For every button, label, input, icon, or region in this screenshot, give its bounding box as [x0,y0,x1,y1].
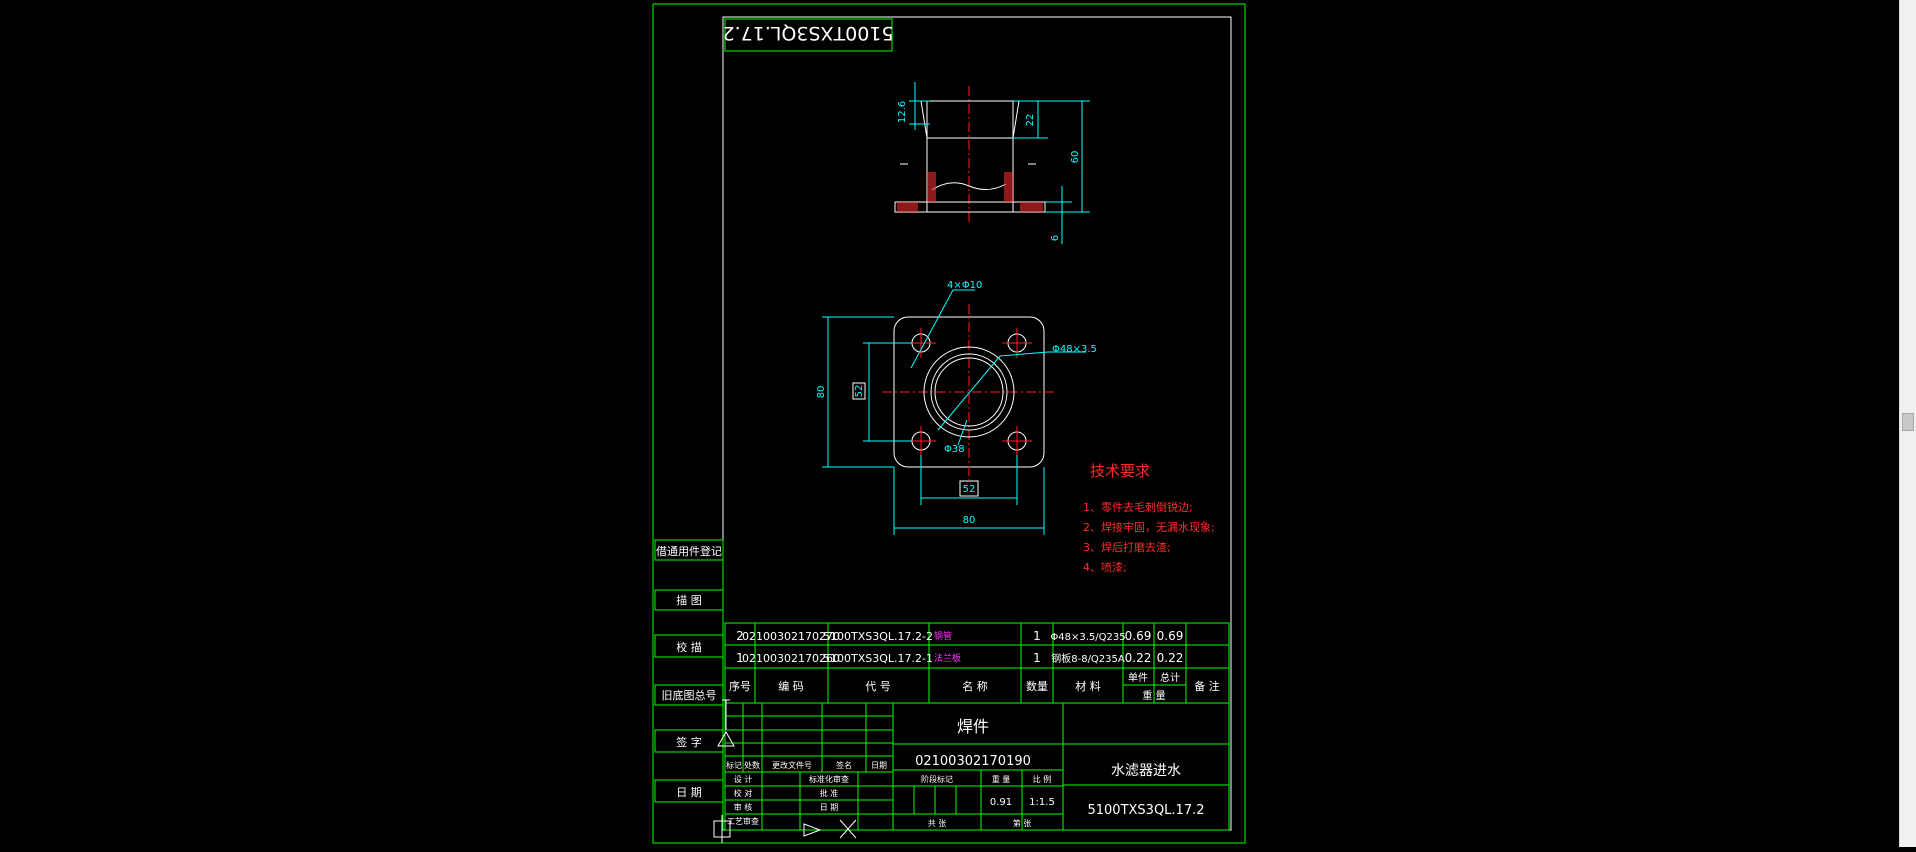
sheet-number: 第 张 [1013,818,1032,828]
cad-drawing-canvas[interactable]: 5100TXS3QL.17.2 12.6 22 60 6 4×Φ10 Φ48×3… [0,0,1916,847]
weight-value: 0.91 [990,797,1012,808]
approve-label: 批 准 [820,788,839,798]
dim-80-vertical: 80 [816,386,827,399]
tech-line-4: 4、喷漆; [1083,561,1127,574]
drawing-number: 5100TXS3QL.17.2 [1087,803,1204,818]
dim-22: 22 [1025,114,1036,127]
part-name: 焊件 [957,717,989,736]
role-process: 工艺审查 [727,816,759,826]
stage-mark-label: 阶段标记 [921,774,953,784]
side-label-1: 借通用件登记 [656,544,722,558]
tech-line-3: 3、焊后打磨去渣; [1083,540,1171,554]
sheet-total: 共 张 [928,819,947,828]
std-review-label: 标准化审查 [809,774,849,784]
top-view: 4×Φ10 Φ48×3.5 Φ38 80 52 52 80 [816,280,1097,535]
rev-label-date: 日期 [871,761,887,770]
bom-row1-material: Φ48×3.5/Q235 [1050,632,1125,643]
bom-header-material: 材 料 [1075,679,1101,693]
dim-12-6: 12.6 [897,101,908,123]
dim-60: 60 [1070,151,1081,164]
side-label-4: 旧底图总号 [662,688,717,702]
front-view: 12.6 22 60 6 [894,82,1090,244]
bom-row2-name: 法兰板 [934,652,961,664]
bom-row1-total-weight: 0.69 [1157,629,1184,643]
drawing-sheet: 5100TXS3QL.17.2 12.6 22 60 6 4×Φ10 Φ48×3… [652,3,1246,844]
dim-tube: Φ48×3.5 [1052,344,1097,355]
bom-header-total: 总计 [1160,671,1180,684]
side-strip: 借通用件登记 描 图 校 描 旧底图总号 签 字 日 期 [654,539,724,830]
tech-line-1: 1、零件去毛刺倒锐边; [1083,500,1193,514]
role-design: 设 计 [734,774,753,784]
product-name: 水滤器进水 [1111,763,1181,779]
title-block: 标记 处数 更改文件号 签名 日期 设 计 校 对 审 核 工艺审查 标准化审查… [724,702,1230,831]
scale-label: 比 例 [1033,774,1052,784]
dim-80-horizontal: 80 [963,515,976,526]
rev-label-file: 更改文件号 [772,760,812,770]
tech-line-2: 2、焊接牢固，无漏水现象; [1083,520,1215,534]
dim-38: Φ38 [944,444,965,455]
bom-row2-part: 5100TXS3QL.17.2-1 [823,652,933,665]
rotated-code-text: 5100TXS3QL.17.2 [722,22,893,44]
tech-requirements: 技术要求 1、零件去毛刺倒锐边; 2、焊接牢固，无漏水现象; 3、焊后打磨去渣;… [1083,462,1215,574]
bom-header-part: 代 号 [865,680,891,693]
bom-header-note: 备 注 [1194,679,1220,693]
bom-row1-name: 钢管 [934,630,952,642]
bom-row2-qty: 1 [1033,651,1041,665]
bom-header-seq: 序号 [729,679,751,693]
side-label-5: 签 字 [676,735,702,749]
bom-row2-unit-weight: 0.22 [1125,651,1152,665]
role-check: 校 对 [734,788,753,798]
approve-date-label: 日 期 [820,803,839,812]
dim-4-holes: 4×Φ10 [947,280,982,291]
inner-frame [722,16,1232,831]
side-label-6: 日 期 [676,786,702,799]
rev-label-mark: 标记 [726,760,742,770]
tech-title: 技术要求 [1090,462,1150,480]
bom-header-qty: 数量 [1026,680,1048,693]
dim-52-horizontal: 52 [963,484,976,495]
bom-header-code: 编 码 [778,679,804,693]
bom-row1-part: 5100TXS3QL.17.2-2 [823,630,933,643]
bom-row1-unit-weight: 0.69 [1125,629,1152,643]
scale-value: 1:1.5 [1029,797,1055,808]
weight-label: 重 量 [992,774,1011,784]
dim-6: 6 [1050,235,1061,241]
side-label-2: 描 图 [676,593,702,607]
bom-row1-qty: 1 [1033,629,1041,643]
bom-header-name: 名 称 [962,679,988,693]
bom-row2-total-weight: 0.22 [1157,651,1184,665]
bom-header-unit: 单件 [1128,672,1148,684]
role-review: 审 核 [734,802,753,812]
bom-table: 2 02100302170270 5100TXS3QL.17.2-2 钢管 1 … [724,622,1230,704]
outer-frame [652,3,1246,844]
vertical-scrollbar[interactable] [1899,0,1916,847]
bom-header-weight: 重 量 [1142,689,1165,702]
part-code: 02100302170190 [915,754,1031,769]
dim-52-vertical: 52 [854,385,865,398]
side-label-3: 校 描 [676,640,702,654]
rev-label-sign: 签名 [836,760,852,770]
scrollbar-thumb[interactable] [1902,413,1914,431]
bom-row2-material: 钢板8-8/Q235A [1051,652,1125,665]
rev-label-count: 处数 [744,760,760,770]
